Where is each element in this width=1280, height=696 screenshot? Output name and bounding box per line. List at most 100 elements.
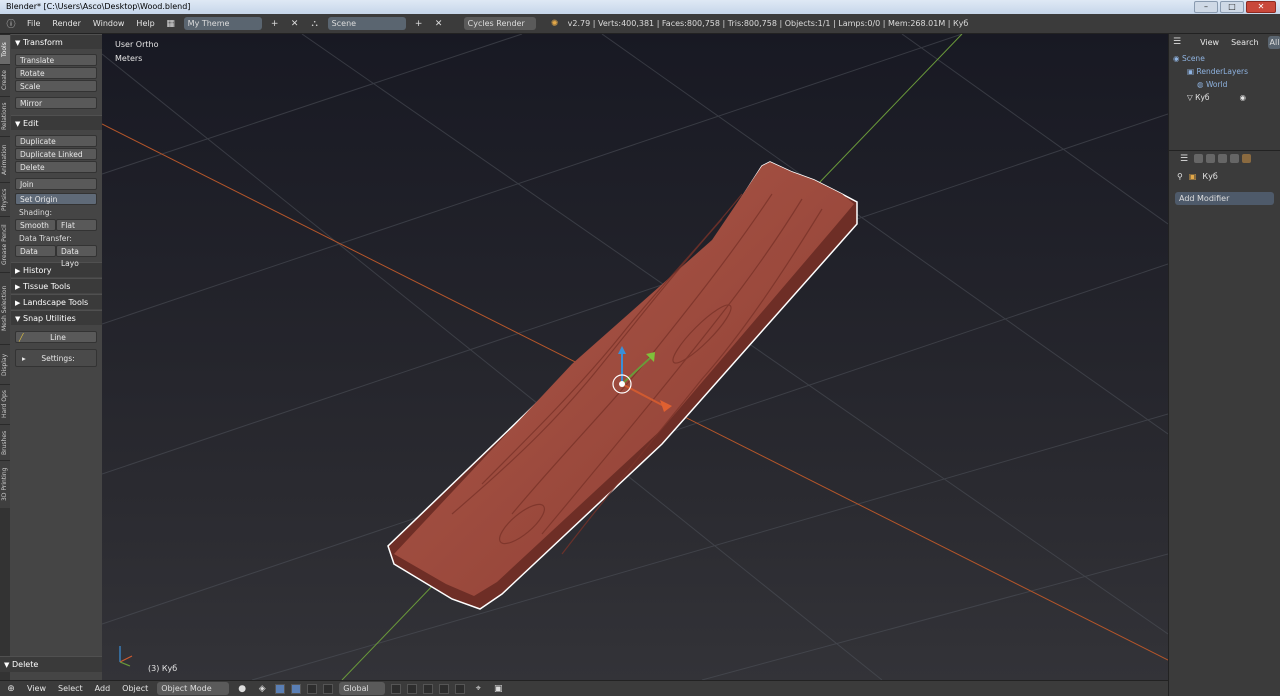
snap-line-button[interactable]: ╱ Line xyxy=(15,331,97,343)
add-scene-icon[interactable]: + xyxy=(412,17,426,31)
outliner-editor-icon[interactable]: ☰ xyxy=(1173,35,1181,49)
menu-select[interactable]: Select xyxy=(55,684,86,693)
menu-object[interactable]: Object xyxy=(119,684,151,693)
smooth-button[interactable]: Smooth xyxy=(15,219,56,231)
collapsed-triangle-icon: ▶ xyxy=(15,299,21,307)
pivot-point-icon[interactable]: ◈ xyxy=(255,682,269,696)
set-origin-dropdown[interactable]: Set Origin xyxy=(15,193,97,205)
viewport-header: ⊕ View Select Add Object Object Mode ● ◈… xyxy=(0,680,1168,696)
layer-button-icon[interactable] xyxy=(439,683,450,694)
tab-mesh-selection[interactable]: Mesh Selection xyxy=(0,272,10,344)
add-layout-icon[interactable]: + xyxy=(268,17,282,31)
mirror-button[interactable]: Mirror xyxy=(15,97,97,109)
properties-object-name: Куб xyxy=(1202,171,1218,181)
snap-toggle-icon[interactable]: ⌖ xyxy=(471,682,485,696)
tab-3d-printing[interactable]: 3D Printing xyxy=(0,460,10,508)
remove-layout-icon[interactable]: ✕ xyxy=(288,17,302,31)
scene-icon[interactable]: ⛬ xyxy=(308,17,322,31)
snap-utilities-panel-header[interactable]: ▼ Snap Utilities xyxy=(11,310,102,325)
tab-brushes[interactable]: Brushes xyxy=(0,424,10,460)
tab-relations[interactable]: Relations xyxy=(0,96,10,136)
scene-field[interactable]: Scene xyxy=(327,17,406,30)
visibility-eye-icon[interactable]: ◉ xyxy=(1240,93,1247,102)
editor-type-icon[interactable]: ⓘ xyxy=(4,17,18,31)
delete-button[interactable]: Delete xyxy=(15,161,97,173)
layer-button-icon[interactable] xyxy=(423,683,434,694)
outliner-view-menu[interactable]: View xyxy=(1197,38,1222,47)
world-icon: ◍ xyxy=(1197,80,1206,89)
layer-button-icon[interactable] xyxy=(455,683,466,694)
edit-panel-header[interactable]: ▼ Edit xyxy=(11,115,102,130)
screen-layout-icon[interactable]: ▦ xyxy=(164,17,178,31)
expanded-triangle-icon: ▼ xyxy=(15,315,21,323)
join-button[interactable]: Join xyxy=(15,178,97,190)
render-engine-select[interactable]: Cycles Render xyxy=(463,17,536,30)
scene-statistics: v2.79 | Verts:400,381 | Faces:800,758 | … xyxy=(567,19,969,28)
right-panels: ☰ View Search All ◉ Scene ▣ RenderLayers… xyxy=(1168,34,1280,696)
units-label: Meters xyxy=(115,54,143,63)
menu-render[interactable]: Render xyxy=(49,19,83,28)
landscape-tools-panel-header[interactable]: ▶ Landscape Tools xyxy=(11,294,102,309)
minimize-button[interactable]: – xyxy=(1194,1,1218,13)
transform-orientation-select[interactable]: Global xyxy=(339,682,386,695)
menu-window[interactable]: Window xyxy=(90,19,128,28)
tab-grease-pencil[interactable]: Grease Pencil xyxy=(0,216,10,272)
render-tab-icon[interactable] xyxy=(1194,154,1203,163)
outliner-row-world[interactable]: ◍ World xyxy=(1197,78,1227,91)
duplicate-button[interactable]: Duplicate xyxy=(15,135,97,147)
flat-button[interactable]: Flat xyxy=(56,219,97,231)
outliner-search-menu[interactable]: Search xyxy=(1228,38,1261,47)
rotate-button[interactable]: Rotate xyxy=(15,67,97,79)
object-tab-icon[interactable] xyxy=(1230,154,1239,163)
viewport-shading-icon[interactable]: ● xyxy=(235,682,249,696)
add-modifier-dropdown[interactable]: Add Modifier xyxy=(1175,192,1274,205)
scale-button[interactable]: Scale xyxy=(15,80,97,92)
tab-display[interactable]: Display xyxy=(0,344,10,384)
outliner-row-object[interactable]: ▽ Куб ◉ xyxy=(1187,91,1246,104)
duplicate-linked-button[interactable]: Duplicate Linked xyxy=(15,148,97,160)
layer-button-icon[interactable] xyxy=(407,683,418,694)
menu-view[interactable]: View xyxy=(24,684,49,693)
manipulator-toggle-icon[interactable] xyxy=(275,683,286,694)
outliner-row-scene[interactable]: ◉ Scene xyxy=(1173,52,1205,65)
close-button[interactable]: ✕ xyxy=(1246,1,1276,13)
transform-panel-header[interactable]: ▼ Transform xyxy=(11,34,102,49)
snap-settings-toggle[interactable]: ▸ Settings: xyxy=(15,349,97,367)
viewport-editor-icon[interactable]: ⊕ xyxy=(4,682,18,696)
menu-file[interactable]: File xyxy=(24,19,43,28)
tab-physics[interactable]: Physics xyxy=(0,182,10,216)
3d-viewport[interactable]: User Ortho Meters (3) Куб xyxy=(102,34,1168,680)
collapsed-triangle-icon: ▶ xyxy=(15,267,21,275)
translate-manipulator-icon[interactable] xyxy=(291,683,302,694)
interaction-mode-select[interactable]: Object Mode xyxy=(157,682,230,695)
last-operator-panel[interactable]: ▼ Delete xyxy=(0,656,102,672)
scale-manipulator-icon[interactable] xyxy=(323,683,334,694)
menu-help[interactable]: Help xyxy=(133,19,157,28)
pin-icon[interactable]: ⚲ xyxy=(1177,172,1183,181)
world-tab-icon[interactable] xyxy=(1218,154,1227,163)
maximize-button[interactable]: □ xyxy=(1220,1,1244,13)
translate-button[interactable]: Translate xyxy=(15,54,97,66)
modifier-tab-icon[interactable] xyxy=(1242,154,1251,163)
tissue-tools-panel-header[interactable]: ▶ Tissue Tools xyxy=(11,278,102,293)
tab-animation[interactable]: Animation xyxy=(0,136,10,182)
screen-layout-field[interactable]: My Theme xyxy=(183,17,262,30)
data-button[interactable]: Data xyxy=(15,245,56,257)
render-preview-icon[interactable]: ▣ xyxy=(491,682,505,696)
scene-tab-icon[interactable] xyxy=(1206,154,1215,163)
tab-create[interactable]: Create xyxy=(0,64,10,96)
outliner-world-label: World xyxy=(1205,80,1228,89)
tab-hard-ops[interactable]: Hard Ops xyxy=(0,384,10,424)
rotate-manipulator-icon[interactable] xyxy=(307,683,318,694)
tab-tools[interactable]: Tools xyxy=(0,34,10,64)
outliner-row-renderlayers[interactable]: ▣ RenderLayers xyxy=(1187,65,1248,78)
layer-button-icon[interactable] xyxy=(391,683,402,694)
expanded-triangle-icon: ▼ xyxy=(15,120,21,128)
data-layout-button[interactable]: Data Layo xyxy=(56,245,97,268)
properties-editor-icon[interactable]: ☰ xyxy=(1177,152,1191,166)
outliner-header: ☰ View Search All xyxy=(1169,34,1280,50)
remove-scene-icon[interactable]: ✕ xyxy=(432,17,446,31)
menu-add[interactable]: Add xyxy=(92,684,114,693)
history-panel-header[interactable]: ▶ History xyxy=(11,262,102,277)
outliner-display-mode[interactable]: All xyxy=(1267,35,1280,49)
